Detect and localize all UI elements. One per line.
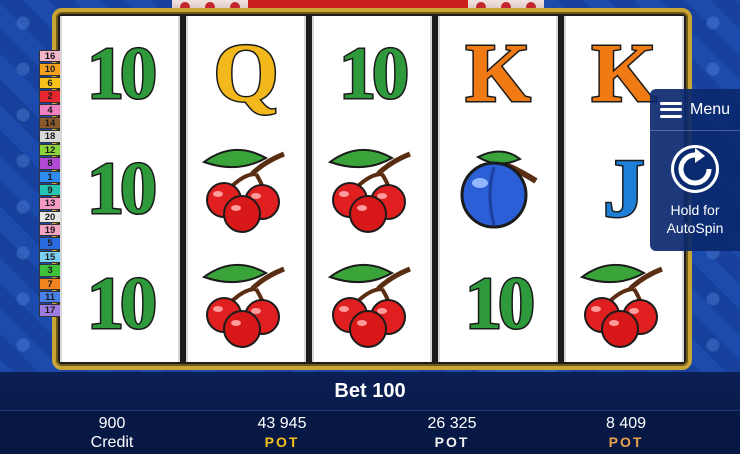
symbol-text: 10 (86, 32, 159, 115)
bet-amount: Bet 100 (334, 379, 406, 402)
payline-indicator: 1 (39, 170, 61, 183)
symbol-text: 10 (86, 147, 159, 230)
pot-display-3: 8 409 POT (556, 415, 696, 451)
cherry-symbol (566, 247, 682, 361)
menu-label: Menu (689, 100, 731, 118)
payline-indicator: 2 (39, 90, 61, 103)
menu-button[interactable]: Menu (650, 89, 740, 131)
cherry-symbol (314, 247, 430, 361)
symbol-text: Q (212, 26, 280, 120)
credit-label: Credit (90, 434, 134, 451)
reels: 10 10 10 Q 10 K 10 K J (60, 16, 684, 362)
symbol-text: 10 (464, 263, 537, 346)
side-panel: Menu Hold for AutoSpin (650, 89, 740, 251)
symbol-10: 10 (314, 17, 430, 131)
cherry-symbol (188, 247, 304, 361)
payline-indicator: 20 (39, 210, 61, 224)
symbol-q: Q (188, 17, 304, 131)
reel-1: 10 10 10 (60, 16, 180, 362)
reel-3: 10 (312, 16, 432, 362)
pot-display-1: 43 945 POT (212, 415, 352, 451)
symbol-text: 10 (86, 263, 159, 346)
autospin-label-line2: AutoSpin (666, 220, 724, 236)
hamburger-icon (659, 101, 682, 118)
pot-label: POT (608, 434, 644, 450)
pot-label: POT (264, 434, 300, 450)
reel-4: K 10 (438, 16, 558, 362)
payline-indicator: 10 (39, 63, 61, 76)
plum-symbol (440, 132, 556, 246)
info-bar: 900 Credit 43 945 POT 26 325 POT 8 409 P… (0, 410, 740, 454)
cherry-symbol (188, 132, 304, 246)
bet-bar[interactable]: Bet 100 (0, 372, 740, 410)
payline-indicator: 15 (39, 250, 61, 264)
payline-indicator: 16 (39, 50, 61, 63)
autospin-label-line1: Hold for (670, 202, 720, 218)
symbol-10: 10 (62, 132, 178, 246)
payline-indicator: 18 (39, 130, 61, 143)
pot-label: POT (434, 434, 470, 450)
cherry-symbol (314, 132, 430, 246)
pot-display-2: 26 325 POT (382, 415, 522, 451)
symbol-text: J (602, 141, 647, 235)
payline-indicator: 5 (39, 237, 61, 250)
payline-indicator: 8 (39, 157, 61, 170)
symbol-10: 10 (440, 247, 556, 361)
symbol-10: 10 (62, 247, 178, 361)
reel-2: Q (186, 16, 306, 362)
payline-indicators: 16 10 6 2 4 14 18 12 8 1 9 13 20 19 5 15 3 7 11 17 (39, 50, 61, 317)
payline-indicator: 14 (39, 116, 61, 130)
pot-value: 8 409 (605, 415, 647, 432)
payline-indicator: 3 (39, 264, 61, 277)
payline-indicator: 9 (39, 183, 61, 197)
payline-indicator: 6 (39, 76, 61, 90)
symbol-10: 10 (62, 17, 178, 131)
payline-indicator: 17 (39, 304, 61, 317)
payline-indicator: 19 (39, 224, 61, 237)
payline-indicator: 12 (39, 143, 61, 157)
symbol-text: K (464, 26, 532, 120)
symbol-k: K (440, 17, 556, 131)
payline-indicator: 11 (39, 291, 61, 304)
payline-indicator: 7 (39, 277, 61, 291)
credit-value: 900 (98, 415, 126, 432)
credit-display: 900 Credit (42, 415, 182, 453)
symbol-text: 10 (338, 32, 411, 115)
refresh-icon (671, 145, 719, 193)
payline-indicator: 4 (39, 103, 61, 116)
pot-value: 43 945 (257, 415, 307, 432)
pot-value: 26 325 (427, 415, 477, 432)
symbol-text: K (590, 26, 658, 120)
payline-indicator: 13 (39, 197, 61, 210)
autospin-button[interactable]: Hold for AutoSpin (650, 135, 740, 249)
